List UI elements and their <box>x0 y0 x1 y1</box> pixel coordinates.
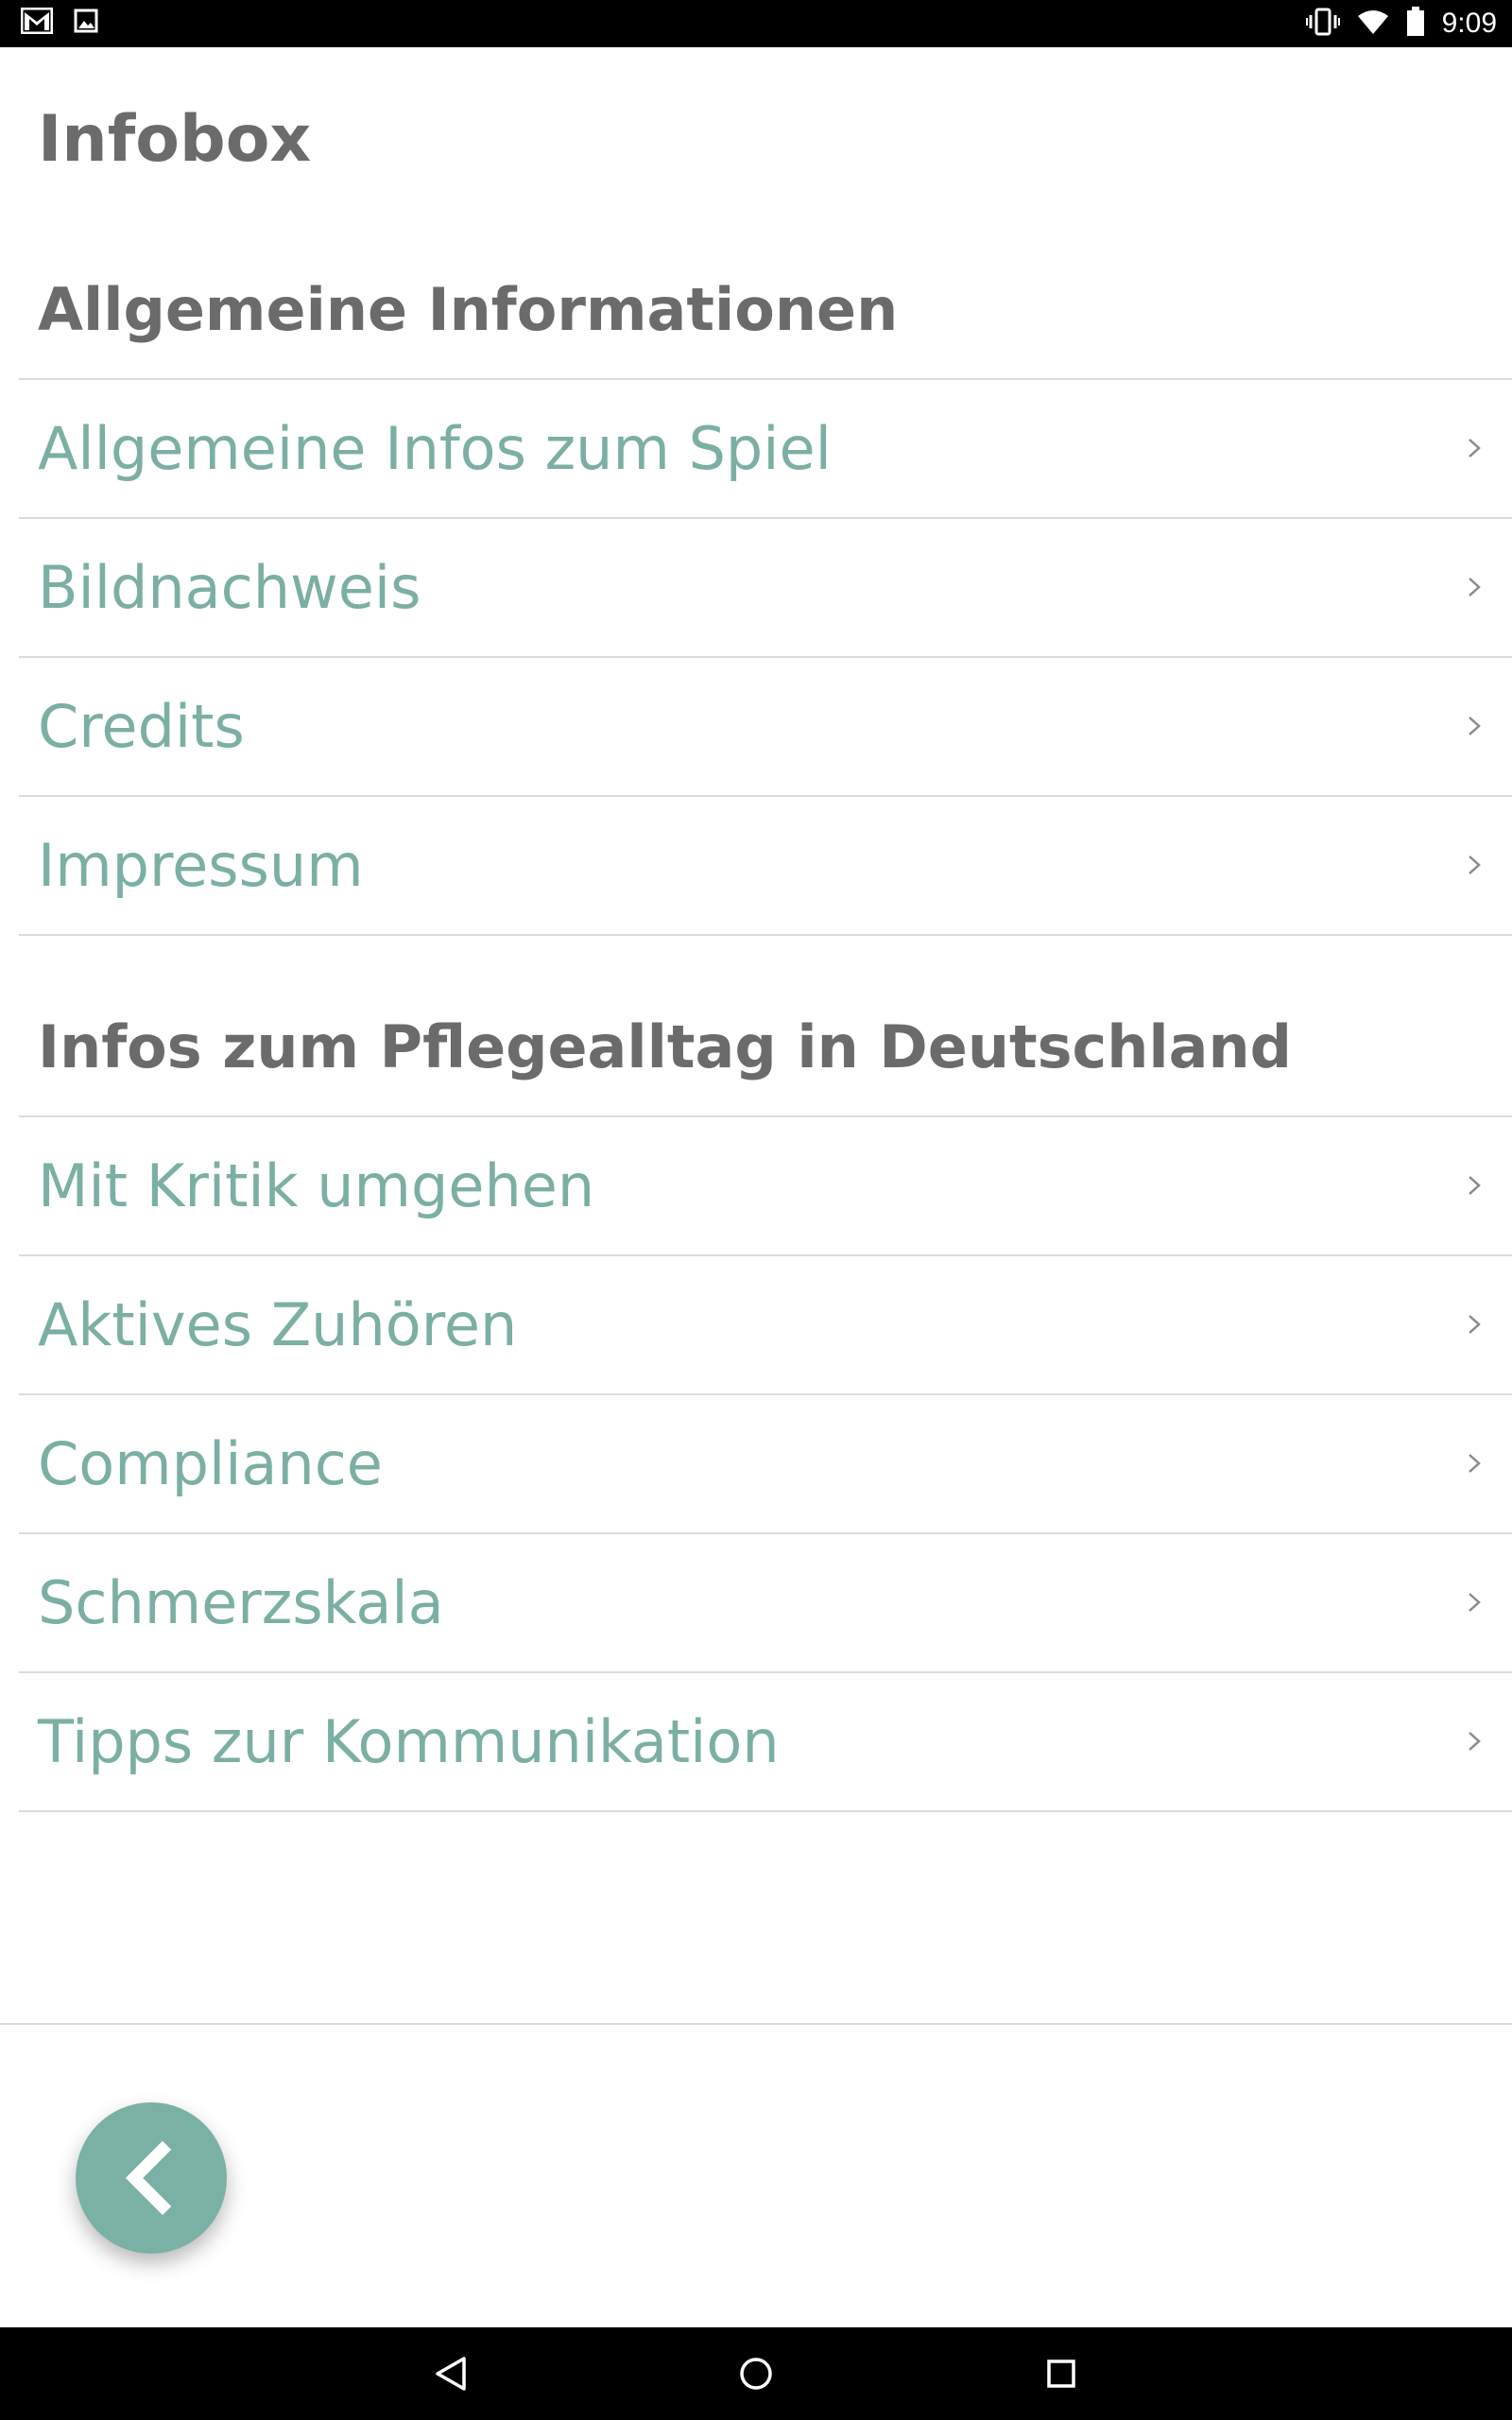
list-item-label: Tipps zur Kommunikation <box>38 1707 780 1776</box>
wifi-icon <box>1357 9 1389 39</box>
list-item-label: Bildnachweis <box>38 553 421 622</box>
status-time: 9:09 <box>1441 8 1497 39</box>
back-button[interactable] <box>76 2102 227 2254</box>
image-icon <box>74 9 98 37</box>
list-item-label: Mit Kritik umgehen <box>38 1151 595 1220</box>
chevron-left-icon <box>125 2140 172 2216</box>
gmail-icon <box>20 7 54 38</box>
chevron-right-icon <box>1469 1454 1481 1473</box>
system-icons: 9:09 <box>1305 0 1497 47</box>
list-item-label: Credits <box>38 692 245 761</box>
list-item-impressum[interactable]: Impressum <box>19 795 1512 936</box>
chevron-right-icon <box>1469 578 1481 596</box>
navigation-bar <box>0 2327 1512 2420</box>
nav-home-button[interactable] <box>732 2350 780 2397</box>
notification-icons <box>20 7 98 38</box>
list-item-label: Allgemeine Infos zum Spiel <box>38 414 832 483</box>
chevron-right-icon <box>1469 1176 1481 1195</box>
bottom-divider <box>0 2023 1512 2025</box>
chevron-right-icon <box>1469 1593 1481 1612</box>
section-header-allgemeine-informationen: Allgemeine Informationen <box>38 275 899 344</box>
list-item-label: Compliance <box>38 1429 383 1498</box>
nav-back-button[interactable] <box>427 2350 474 2397</box>
battery-icon <box>1406 7 1425 41</box>
nav-recents-button[interactable] <box>1038 2350 1085 2397</box>
nav-back-icon <box>436 2357 466 2391</box>
vibrate-icon <box>1305 8 1340 40</box>
list-item-label: Schmerzskala <box>38 1568 444 1637</box>
chevron-right-icon <box>1469 1732 1481 1751</box>
page-title: Infobox <box>38 102 312 177</box>
list-item-label: Aktives Zuhören <box>38 1290 518 1359</box>
list-item-aktives-zuhoeren[interactable]: Aktives Zuhören <box>19 1254 1512 1393</box>
chevron-right-icon <box>1469 856 1481 874</box>
list-item-label: Impressum <box>38 831 364 900</box>
section-header-pflegealltag: Infos zum Pflegealltag in Deutschland <box>38 1012 1293 1081</box>
list-item-compliance[interactable]: Compliance <box>19 1393 1512 1532</box>
list-item-credits[interactable]: Credits <box>19 656 1512 795</box>
list-item-bildnachweis[interactable]: Bildnachweis <box>19 517 1512 656</box>
nav-recents-icon <box>1047 2360 1075 2388</box>
list-allgemeine-informationen: Allgemeine Infos zum Spiel Bildnachweis … <box>19 378 1512 936</box>
chevron-right-icon <box>1469 439 1481 458</box>
chevron-right-icon <box>1469 717 1481 735</box>
list-item-allgemeine-infos[interactable]: Allgemeine Infos zum Spiel <box>19 378 1512 517</box>
status-bar: 9:09 <box>0 0 1512 47</box>
list-pflegealltag: Mit Kritik umgehen Aktives Zuhören Compl… <box>19 1115 1512 1812</box>
list-item-mit-kritik-umgehen[interactable]: Mit Kritik umgehen <box>19 1115 1512 1254</box>
nav-home-icon <box>740 2358 772 2390</box>
chevron-right-icon <box>1469 1315 1481 1334</box>
list-item-tipps-zur-kommunikation[interactable]: Tipps zur Kommunikation <box>19 1671 1512 1812</box>
list-item-schmerzskala[interactable]: Schmerzskala <box>19 1532 1512 1671</box>
